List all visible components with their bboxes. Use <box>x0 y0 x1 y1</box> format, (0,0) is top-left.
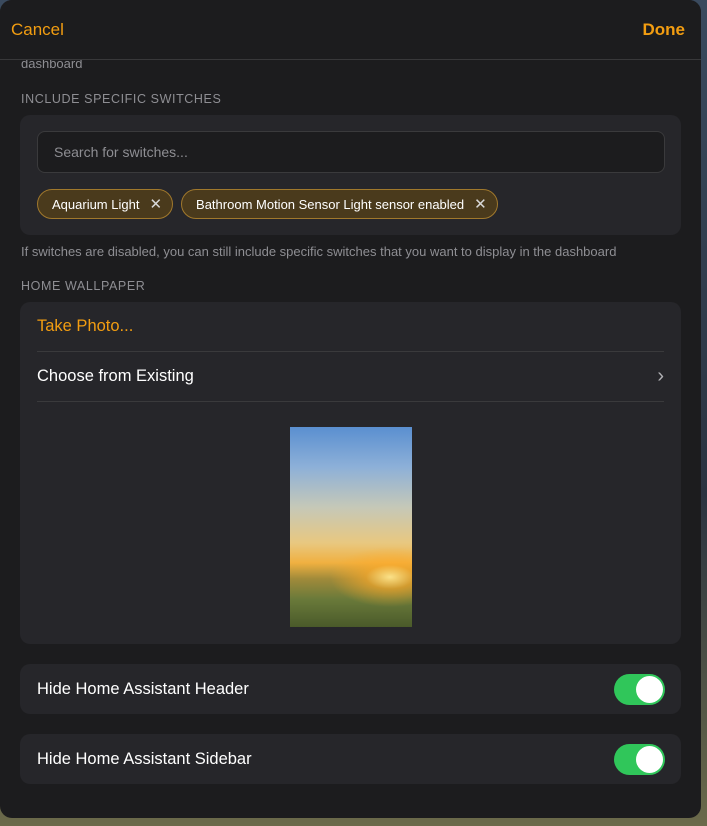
cancel-button[interactable]: Cancel <box>11 20 64 40</box>
choose-existing-label: Choose from Existing <box>37 367 194 385</box>
switches-section-header: INCLUDE SPECIFIC SWITCHES <box>21 92 222 106</box>
wallpaper-card: Take Photo... Choose from Existing › <box>20 302 681 644</box>
take-photo-row[interactable]: Take Photo... <box>37 302 664 352</box>
chip-aquarium-light: Aquarium Light ✕ <box>37 189 174 219</box>
take-photo-label: Take Photo... <box>37 317 134 335</box>
chip-label: Bathroom Motion Sensor Light sensor enab… <box>196 196 465 212</box>
choose-existing-row[interactable]: Choose from Existing › <box>37 352 664 402</box>
switches-card: Aquarium Light ✕ Bathroom Motion Sensor … <box>20 115 681 235</box>
chip-bathroom-motion-sensor: Bathroom Motion Sensor Light sensor enab… <box>181 189 498 219</box>
close-icon[interactable]: ✕ <box>474 197 487 212</box>
hide-sidebar-toggle[interactable] <box>614 743 665 775</box>
toggle-knob <box>636 745 663 773</box>
chevron-right-icon: › <box>657 365 664 387</box>
toggle-knob <box>636 675 663 703</box>
wallpaper-section-header: HOME WALLPAPER <box>21 279 146 293</box>
search-switches-input[interactable] <box>37 131 665 173</box>
settings-sheet: Cancel Done dashboard INCLUDE SPECIFIC S… <box>0 0 701 818</box>
content: dashboard INCLUDE SPECIFIC SWITCHES Aqua… <box>0 56 701 784</box>
nav-bar: Cancel Done <box>0 0 701 60</box>
close-icon[interactable]: ✕ <box>149 197 162 212</box>
chip-label: Aquarium Light <box>52 196 140 212</box>
selected-switches: Aquarium Light ✕ Bathroom Motion Sensor … <box>20 189 681 219</box>
hide-header-label: Hide Home Assistant Header <box>37 679 249 698</box>
hide-header-toggle[interactable] <box>614 673 665 705</box>
hide-sidebar-label: Hide Home Assistant Sidebar <box>37 749 252 768</box>
done-button[interactable]: Done <box>643 20 686 40</box>
hide-sidebar-row: Hide Home Assistant Sidebar <box>20 734 681 784</box>
hide-header-row: Hide Home Assistant Header <box>20 664 681 714</box>
wallpaper-preview <box>289 427 412 627</box>
switches-section-footer: If switches are disabled, you can still … <box>21 244 617 259</box>
